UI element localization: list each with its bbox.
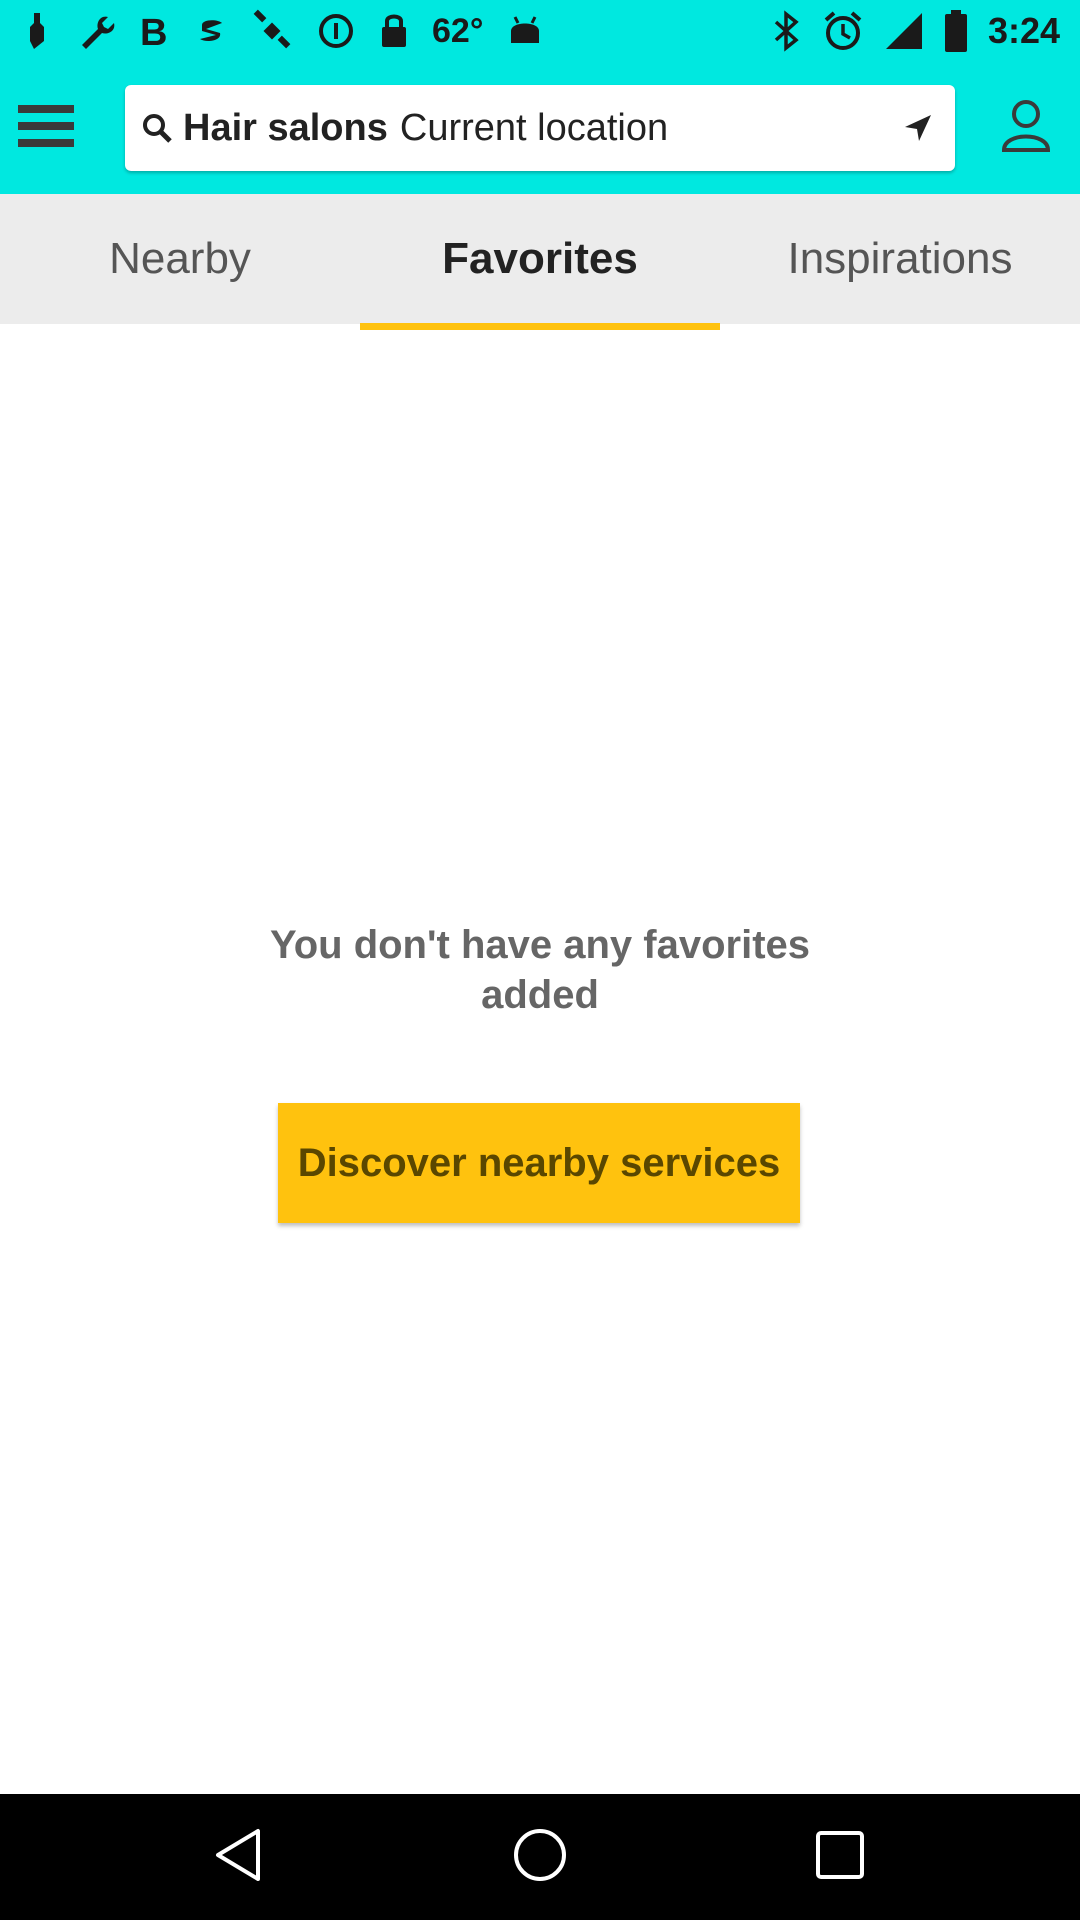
menu-icon: [18, 103, 74, 154]
empty-favorites-message: You don't have any favorites added: [270, 923, 810, 1017]
alarm-icon: [822, 8, 864, 54]
tab-inspirations[interactable]: Inspirations: [720, 194, 1080, 324]
lock-icon: [378, 8, 410, 54]
home-icon: [510, 1825, 570, 1890]
discover-nearby-services-button[interactable]: Discover nearby services: [278, 1103, 800, 1223]
back-button[interactable]: [185, 1802, 295, 1912]
recents-icon: [812, 1827, 868, 1888]
battery-icon: [944, 8, 968, 54]
home-button[interactable]: [485, 1802, 595, 1912]
back-icon: [210, 1825, 270, 1890]
status-bar: B 62° 3:24: [0, 0, 1080, 62]
status-bar-left: B 62°: [20, 8, 545, 54]
tab-favorites[interactable]: Favorites: [360, 194, 720, 330]
bold-b-icon: B: [138, 8, 172, 54]
tab-bar: Nearby Favorites Inspirations: [0, 194, 1080, 330]
swiftkey-icon: [194, 8, 228, 54]
profile-icon: [1000, 98, 1052, 159]
bluetooth-icon: [772, 8, 802, 54]
app-bar: Hair salons Current location: [0, 62, 1080, 194]
location-arrow-icon[interactable]: [895, 105, 941, 151]
recents-button[interactable]: [785, 1802, 895, 1912]
android-icon: [505, 8, 545, 54]
notification-wrench-icon: [20, 8, 54, 54]
search-location: Current location: [399, 106, 669, 149]
navigation-bar: [0, 1794, 1080, 1920]
temperature-text: 62°: [432, 11, 484, 50]
search-query: Hair salons: [183, 106, 388, 149]
clock-text: 3:24: [987, 10, 1060, 51]
search-box[interactable]: Hair salons Current location: [125, 85, 955, 171]
satellite-icon: [250, 8, 294, 54]
status-bar-right: 3:24: [772, 8, 1060, 54]
menu-button[interactable]: [6, 82, 86, 174]
wrench-icon: [76, 8, 116, 54]
profile-button[interactable]: [990, 82, 1062, 174]
data-saver-icon: [316, 8, 356, 54]
signal-icon: [884, 8, 924, 54]
svg-text:B: B: [140, 12, 167, 51]
tab-nearby[interactable]: Nearby: [0, 194, 360, 324]
search-icon: [139, 110, 175, 146]
